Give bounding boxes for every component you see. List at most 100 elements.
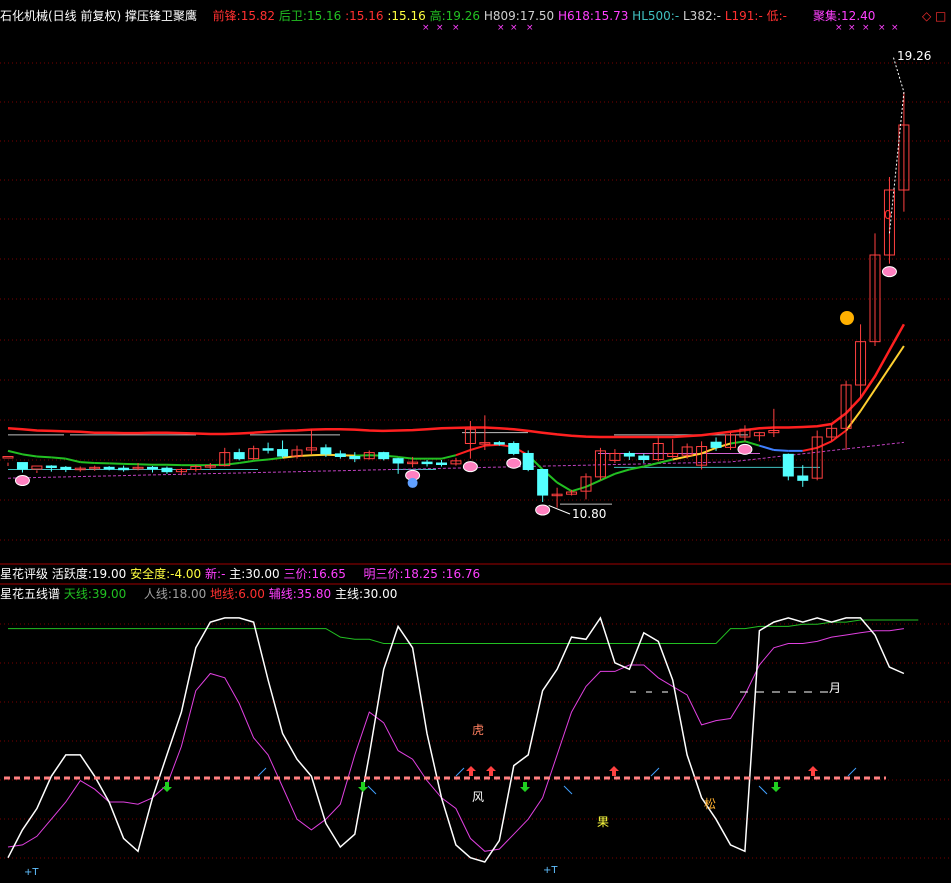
houwei-segment bbox=[37, 457, 51, 458]
candle-body bbox=[335, 454, 345, 457]
di-value: 6.00 bbox=[238, 587, 265, 601]
gold-coin-marker bbox=[840, 311, 854, 325]
di-label: 地线: bbox=[210, 587, 238, 601]
candle-body bbox=[104, 467, 114, 469]
h809-value: 17.50 bbox=[520, 9, 554, 23]
h809-label: H809: bbox=[484, 9, 520, 23]
candle-body bbox=[494, 443, 504, 445]
cross-marker: × bbox=[878, 23, 886, 33]
candle-body bbox=[624, 453, 634, 456]
sanjia-label: 三价: bbox=[283, 567, 311, 581]
candle-body bbox=[162, 468, 172, 471]
huoyue-label: 活跃度: bbox=[52, 567, 92, 581]
candle-body bbox=[422, 462, 432, 464]
candle-body bbox=[350, 457, 360, 459]
price-header: 石化机械(日线 前复权) 撑压锋卫聚鹰 前锋:15.82 后卫:15.16 :1… bbox=[0, 9, 787, 23]
hl500-value: - bbox=[675, 9, 679, 23]
candle-body bbox=[263, 449, 273, 451]
candle-body bbox=[538, 470, 548, 496]
five-line-bar: 星花五线谱 天线:39.00 人线:18.00 地线:6.00 辅线:35.80… bbox=[0, 587, 397, 601]
value-1: :15.16 bbox=[345, 9, 383, 23]
gem-marker bbox=[882, 267, 896, 277]
label-t2: +T bbox=[543, 865, 558, 876]
zhu-label: 主: bbox=[229, 567, 245, 581]
label-yue: 月 bbox=[829, 681, 841, 695]
candle-body bbox=[46, 466, 56, 468]
sanjia-value: 16.65 bbox=[312, 567, 346, 581]
window-corner-icons[interactable]: ◇ □ bbox=[922, 9, 946, 23]
houwei-value: 15.16 bbox=[307, 9, 341, 23]
cross-marker: × bbox=[497, 23, 505, 33]
h618-value: 15.73 bbox=[594, 9, 628, 23]
low-label: 低: bbox=[767, 9, 783, 23]
qianfeng-label: 前锋: bbox=[213, 9, 241, 23]
candle-body bbox=[278, 450, 288, 457]
fu-value: 35.80 bbox=[297, 587, 331, 601]
mingsanjia-value: 18.25 bbox=[404, 567, 438, 581]
candle-body bbox=[639, 456, 649, 459]
juji-label: 聚集: bbox=[813, 9, 841, 23]
label-hu: 虎 bbox=[472, 723, 484, 737]
tian-value: 39.00 bbox=[92, 587, 126, 601]
l382-value: - bbox=[717, 9, 721, 23]
qianfeng-value: 15.82 bbox=[241, 9, 275, 23]
gem-marker bbox=[738, 444, 752, 454]
zhuxian-label: 主线: bbox=[335, 587, 363, 601]
label-guo: 果 bbox=[597, 815, 609, 829]
stock-chart[interactable]: ××××××××××× 19.26 10.80 0 虎 风 果 松 月 +T +… bbox=[0, 0, 951, 879]
cross-marker: × bbox=[436, 23, 444, 33]
candle-body bbox=[783, 454, 793, 476]
juji-readout: 聚集:12.40 bbox=[813, 9, 875, 23]
zhuxian-value: 30.00 bbox=[363, 587, 397, 601]
zhu-value: 30.00 bbox=[245, 567, 279, 581]
label-t1: +T bbox=[24, 867, 39, 878]
chart-title: 石化机械(日线 前复权) 撑压锋卫聚鹰 bbox=[0, 9, 197, 23]
zero-label: 0 bbox=[884, 208, 892, 222]
label-feng: 风 bbox=[472, 790, 484, 804]
cross-marker: × bbox=[891, 23, 899, 33]
candle-body bbox=[437, 463, 447, 465]
cross-marker: × bbox=[835, 23, 843, 33]
candle-body bbox=[321, 448, 331, 454]
juji-value: 12.40 bbox=[841, 9, 875, 23]
cross-marker: × bbox=[526, 23, 534, 33]
houwei-segment bbox=[80, 462, 94, 463]
cross-marker: × bbox=[862, 23, 870, 33]
candle-body bbox=[61, 467, 71, 469]
ren-label: 人线: bbox=[144, 587, 172, 601]
gem-marker bbox=[507, 458, 521, 468]
high-value: 19.26 bbox=[446, 9, 480, 23]
cross-marker: × bbox=[848, 23, 856, 33]
low-price-label: 10.80 bbox=[572, 507, 606, 521]
gem-marker bbox=[536, 505, 550, 515]
chart-stage: ××××××××××× 19.26 10.80 0 虎 风 果 松 月 +T +… bbox=[0, 0, 951, 879]
anquan-label: 安全度: bbox=[130, 567, 170, 581]
gem-marker bbox=[15, 476, 29, 486]
hl500-label: HL500: bbox=[632, 9, 675, 23]
candle-body bbox=[523, 453, 533, 469]
candle-body bbox=[17, 463, 27, 470]
houwei-label: 后卫: bbox=[279, 9, 307, 23]
l382-label: L382: bbox=[683, 9, 717, 23]
cross-marker: × bbox=[452, 23, 460, 33]
rating-bar: 星花评级 活跃度:19.00 安全度:-4.00 新:- 主:30.00 三价:… bbox=[0, 567, 480, 581]
houwei-segment bbox=[254, 460, 268, 461]
candle-body bbox=[379, 453, 389, 459]
high-label: 高: bbox=[430, 9, 446, 23]
candle-body bbox=[509, 444, 519, 454]
candle-body bbox=[798, 476, 808, 480]
extra-value: :16.76 bbox=[442, 567, 480, 581]
candle-body bbox=[148, 467, 158, 469]
high-price-label: 19.26 bbox=[897, 49, 931, 63]
rating-name: 星花评级 bbox=[0, 567, 48, 581]
blue-dot-marker bbox=[408, 478, 418, 488]
five-line-name: 星花五线谱 bbox=[0, 587, 60, 601]
xin-value: - bbox=[221, 567, 225, 581]
cross-marker: × bbox=[510, 23, 518, 33]
value-2: :15.16 bbox=[387, 9, 425, 23]
h618-label: H618: bbox=[558, 9, 594, 23]
candle-body bbox=[711, 442, 721, 447]
houwei-segment bbox=[485, 445, 499, 446]
huoyue-value: 19.00 bbox=[92, 567, 126, 581]
label-song: 松 bbox=[704, 797, 716, 811]
